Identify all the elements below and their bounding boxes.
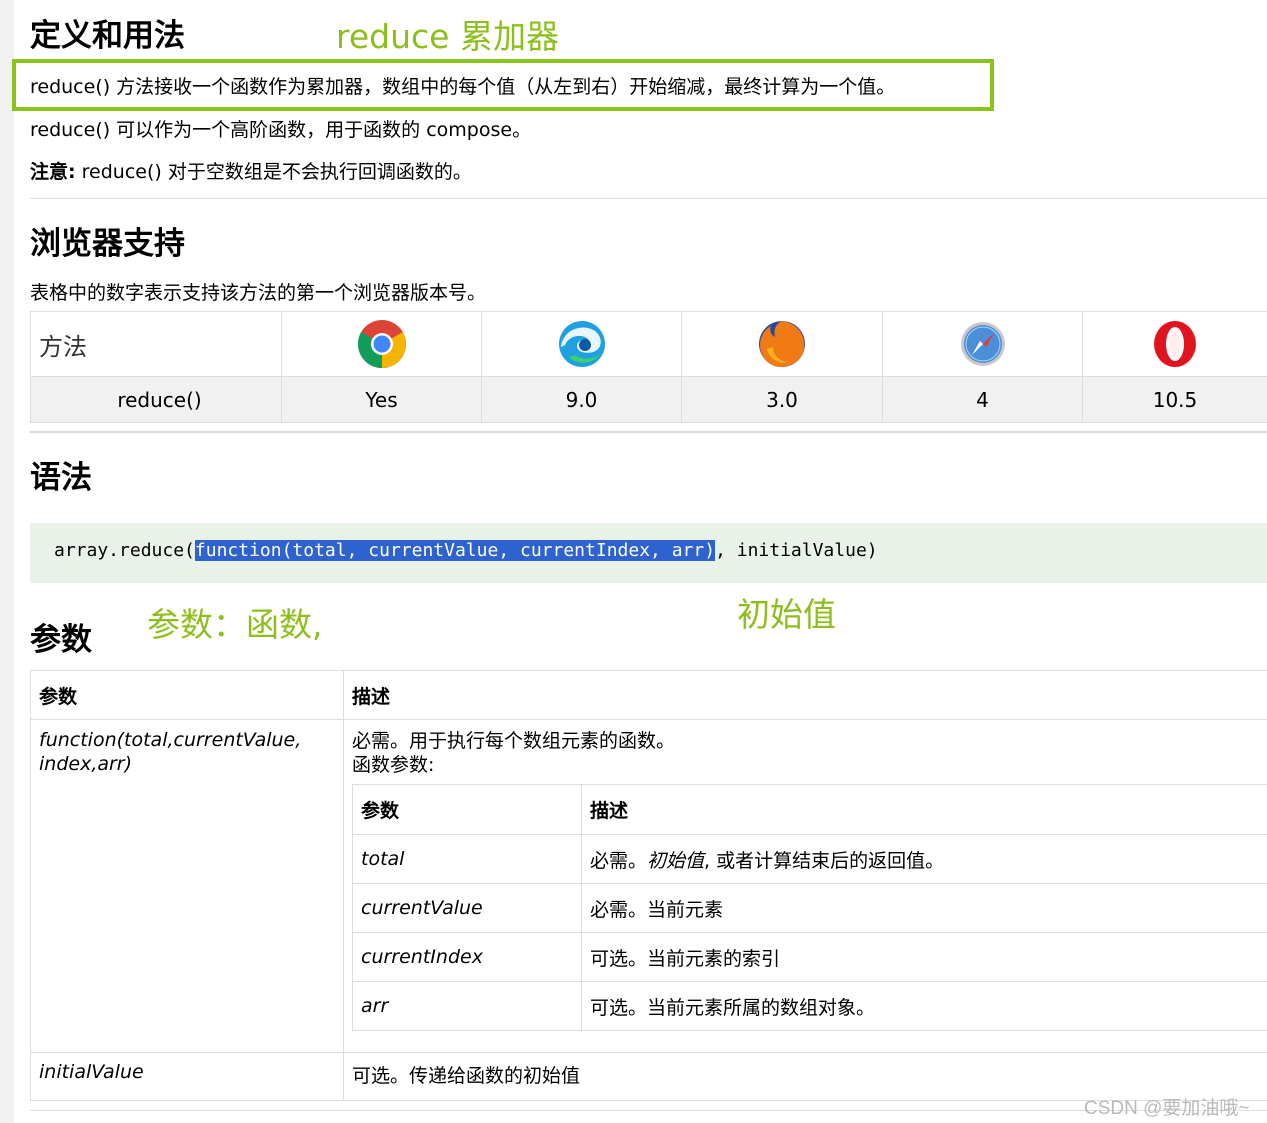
browser-support-desc: 表格中的数字表示支持该方法的第一个浏览器版本号。: [30, 282, 487, 304]
table-row: total 必需。初始值, 或者计算结束后的返回值。: [352, 834, 1267, 884]
method-header: 方法: [30, 311, 282, 377]
inner-col-desc: 描述: [581, 784, 1267, 835]
function-params-label: 函数参数:: [352, 754, 435, 776]
divider: [30, 1110, 1267, 1111]
params-table: 参数 描述 function(total,currentValue, index…: [30, 670, 1267, 1101]
table-row: arr 可选。当前元素所属的数组对象。: [352, 981, 1267, 1031]
col-param: 参数: [30, 670, 344, 720]
divider: [30, 198, 1267, 199]
param-function: function(total,currentValue, index,arr): [39, 729, 302, 775]
definition-heading: 定义和用法: [30, 18, 185, 54]
inner-desc: 可选。当前元素的索引: [581, 932, 1267, 982]
table-row: initialValue 可选。传递给函数的初始值: [30, 1052, 1267, 1101]
version-firefox: 3.0: [681, 376, 883, 423]
divider: [30, 431, 1267, 433]
browser-support-heading: 浏览器支持: [30, 226, 185, 262]
note-label: 注意:: [30, 161, 76, 183]
method-name: reduce(): [30, 376, 282, 423]
params-heading: 参数: [30, 622, 92, 658]
chrome-icon: [357, 320, 406, 369]
inner-param-total: total: [352, 834, 582, 884]
desc-italic: 初始值: [647, 849, 705, 872]
inner-param-currentvalue: currentValue: [352, 883, 582, 933]
code-selected-text[interactable]: function(total, currentValue, currentInd…: [194, 540, 716, 561]
params-table-header: 参数 描述: [30, 670, 1267, 720]
opera-icon: [1154, 321, 1196, 367]
definition-line-2: reduce() 可以作为一个高阶函数，用于函数的 compose。: [30, 119, 532, 141]
inner-param-arr: arr: [352, 981, 582, 1031]
edge-icon: [558, 321, 605, 367]
table-row: currentIndex 可选。当前元素的索引: [352, 932, 1267, 982]
version-safari: 4: [882, 376, 1083, 423]
definition-line-1: reduce() 方法接收一个函数作为累加器，数组中的每个值（从左到右）开始缩减…: [30, 76, 896, 98]
version-edge: 9.0: [481, 376, 682, 423]
definition-note: 注意: reduce() 对于空数组是不会执行回调函数的。: [30, 157, 472, 184]
left-sidebar-edge: [0, 0, 14, 1123]
function-desc: 必需。用于执行每个数组元素的函数。: [352, 730, 676, 752]
annotation-reduce-accumulator: reduce 累加器: [336, 17, 559, 56]
table-row: function(total,currentValue, index,arr) …: [30, 719, 1267, 1053]
browser-table-header: 方法: [30, 311, 1267, 377]
function-params-table: 参数 描述 total 必需。初始值, 或者计算结束后的返回值。 current…: [352, 784, 1267, 1031]
browser-support-table: 方法 reduce() Yes 9.0 3.0 4 10.5: [30, 311, 1267, 423]
annotation-initial-value: 初始值: [737, 595, 836, 634]
param-initialvalue: initialValue: [39, 1061, 144, 1083]
syntax-heading: 语法: [30, 460, 92, 496]
note-text: reduce() 对于空数组是不会执行回调函数的。: [75, 161, 472, 183]
firefox-icon: [759, 321, 805, 367]
browser-table-row: reduce() Yes 9.0 3.0 4 10.5: [30, 376, 1267, 423]
inner-param-currentindex: currentIndex: [352, 932, 582, 982]
code-prefix: array.reduce(: [54, 540, 195, 561]
col-desc: 描述: [343, 670, 1267, 720]
desc-text: , 或者计算结束后的返回值。: [704, 849, 945, 872]
version-opera: 10.5: [1082, 376, 1267, 423]
watermark: CSDN @要加油哦~: [1084, 1098, 1250, 1119]
syntax-code-block[interactable]: array.reduce(function(total, currentValu…: [30, 523, 1267, 583]
safari-icon: [960, 322, 1005, 366]
inner-desc: 可选。当前元素所属的数组对象。: [581, 981, 1267, 1031]
inner-col-param: 参数: [352, 784, 582, 835]
inner-table-header: 参数 描述: [352, 784, 1267, 835]
version-chrome: Yes: [281, 376, 482, 423]
desc-text: 必需。: [590, 849, 648, 872]
annotation-param-function: 参数：函数,: [147, 605, 323, 644]
table-row: currentValue 必需。当前元素: [352, 883, 1267, 933]
code-suffix: , initialValue): [715, 540, 878, 561]
inner-desc: 必需。当前元素: [581, 883, 1267, 933]
